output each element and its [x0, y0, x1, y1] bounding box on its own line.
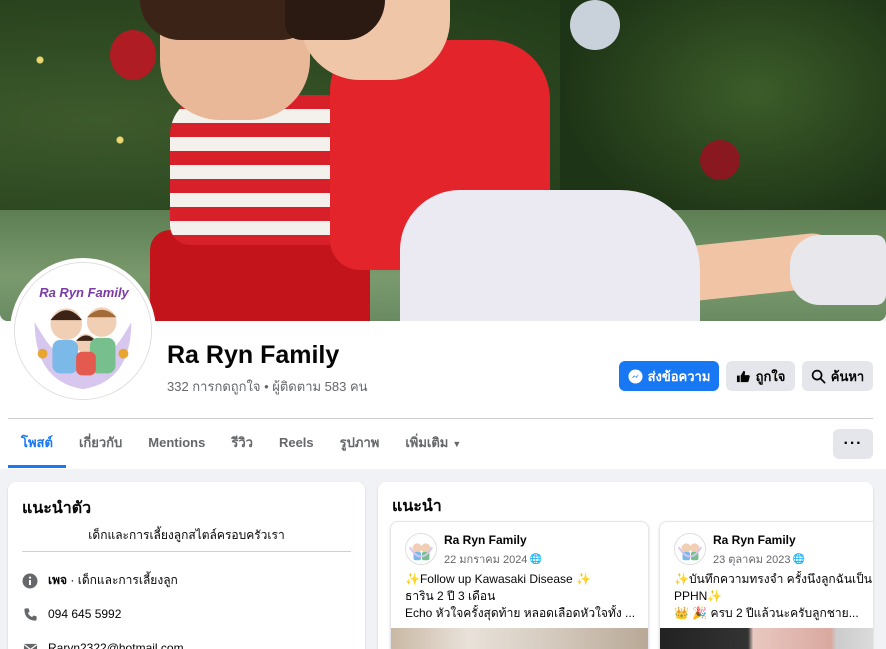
post-author-name[interactable]: Ra Ryn Family — [713, 533, 796, 547]
ornament — [110, 30, 156, 80]
intro-divider — [22, 551, 351, 552]
message-button-label: ส่งข้อความ — [647, 368, 711, 384]
header-divider — [8, 418, 873, 419]
girl-skirt — [400, 190, 700, 321]
like-button-label: ถูกใจ — [755, 368, 786, 384]
page-stats[interactable]: 332 การกดถูกใจ • ผู้ติดตาม 583 คน — [167, 376, 368, 397]
post-date[interactable]: 22 มกราคม 2024 🌐 — [444, 550, 542, 568]
search-button-label: ค้นหา — [830, 368, 865, 384]
featured-title: แนะนำ — [392, 498, 442, 515]
intro-phone-row: 094 645 5992 — [22, 606, 121, 622]
thumbs-up-icon — [736, 370, 750, 382]
tab-more[interactable]: เพิ่มเติม ▼ — [392, 420, 474, 468]
tab-mentions[interactable]: Mentions — [135, 420, 218, 468]
featured-card: แนะนำ Ra Ryn Family 22 มกราคม 2024 🌐 ✨Fol… — [378, 482, 873, 649]
intro-category-row: เพจ · เด็กและการเลี้ยงลูก — [22, 571, 178, 590]
girl-shoe — [790, 235, 886, 305]
post-author-name[interactable]: Ra Ryn Family — [444, 533, 527, 547]
post-image[interactable] — [391, 628, 648, 649]
email-address[interactable]: Raryn2322@hotmail.com — [48, 641, 184, 649]
featured-post[interactable]: Ra Ryn Family 23 ตุลาคม 2023 🌐 ✨บันทึกควา… — [659, 521, 873, 649]
globe-icon: 🌐 — [792, 553, 805, 565]
intro-card: แนะนำตัว เด็กและการเลี้ยงลูกสไตล์ครอบครั… — [8, 482, 365, 649]
tab-about[interactable]: เกี่ยวกับ — [66, 420, 135, 468]
messenger-icon — [628, 368, 643, 384]
post-date[interactable]: 23 ตุลาคม 2023 🌐 — [713, 550, 805, 568]
post-text: ✨บันทึกความทรงจำ ครั้งนึงลูกฉันเป็น PPHN… — [674, 571, 873, 622]
post-text-line: ✨บันทึกความทรงจำ ครั้งนึงลูกฉันเป็น — [674, 572, 872, 586]
tab-photos[interactable]: รูปภาพ — [327, 420, 393, 468]
ornament — [700, 140, 740, 180]
globe-icon: 🌐 — [529, 553, 542, 565]
phone-number: 094 645 5992 — [48, 607, 122, 621]
page-tabs: โพสต์ เกี่ยวกับ Mentions รีวิว Reels รูป… — [8, 420, 474, 468]
caret-down-icon: ▼ — [452, 439, 462, 449]
tab-posts[interactable]: โพสต์ — [8, 420, 66, 468]
tab-label: Mentions — [148, 435, 206, 450]
tab-label: Reels — [278, 435, 314, 450]
post-text-line: PPHN✨ — [674, 589, 723, 603]
like-button[interactable]: ถูกใจ — [726, 361, 795, 391]
tab-label: รีวิว — [231, 435, 253, 450]
post-date-text: 23 ตุลาคม 2023 — [713, 554, 791, 566]
category-prefix: เพจ — [48, 573, 68, 587]
cover-photo[interactable] — [0, 0, 886, 321]
more-options-button[interactable]: ··· — [833, 429, 873, 459]
post-text-line: ✨Follow up Kawasaki Disease ✨ — [405, 572, 591, 586]
intro-email-row: Raryn2322@hotmail.com — [22, 640, 184, 649]
post-image[interactable] — [660, 628, 873, 649]
post-text: ✨Follow up Kawasaki Disease ✨ ธาริน 2 ปี… — [405, 571, 645, 622]
info-icon — [22, 573, 38, 589]
post-text-line: ธาริน 2 ปี 3 เดือน — [405, 589, 496, 603]
tab-reels[interactable]: Reels — [266, 420, 327, 468]
phone-icon — [22, 606, 38, 622]
page-avatar[interactable]: Ra Ryn Family — [14, 262, 152, 400]
intro-bio: เด็กและการเลี้ยงลูกสไตล์ครอบครัวเรา — [88, 528, 285, 542]
search-icon — [811, 369, 826, 383]
tab-label: เกี่ยวกับ — [78, 435, 123, 450]
tab-label: รูปภาพ — [339, 435, 380, 450]
post-text-line: 👑 🎉 ครบ 2 ปีแล้วนะครับลูกชาย... — [674, 606, 859, 620]
ornament — [570, 0, 620, 50]
featured-post[interactable]: Ra Ryn Family 22 มกราคม 2024 🌐 ✨Follow up… — [390, 521, 649, 649]
search-button[interactable]: ค้นหา — [802, 361, 873, 391]
post-author-avatar[interactable] — [405, 533, 437, 565]
email-icon — [22, 640, 38, 649]
tab-reviews[interactable]: รีวิว — [218, 420, 266, 468]
post-date-text: 22 มกราคม 2024 — [444, 554, 528, 566]
avatar-text: Ra Ryn Family — [39, 285, 129, 300]
page-title: Ra Ryn Family — [167, 341, 340, 369]
category-text[interactable]: · เด็กและการเลี้ยงลูก — [67, 573, 177, 587]
tab-label: โพสต์ — [21, 435, 53, 450]
message-button[interactable]: ส่งข้อความ — [619, 361, 719, 391]
tab-label: เพิ่มเติม — [405, 435, 449, 450]
post-text-line: Echo หัวใจครั้งสุดท้าย หลอดเลือดหัวใจทั้… — [405, 606, 636, 620]
avatar-illustration — [15, 263, 151, 399]
intro-title: แนะนำตัว — [22, 500, 92, 517]
post-author-avatar[interactable] — [674, 533, 706, 565]
